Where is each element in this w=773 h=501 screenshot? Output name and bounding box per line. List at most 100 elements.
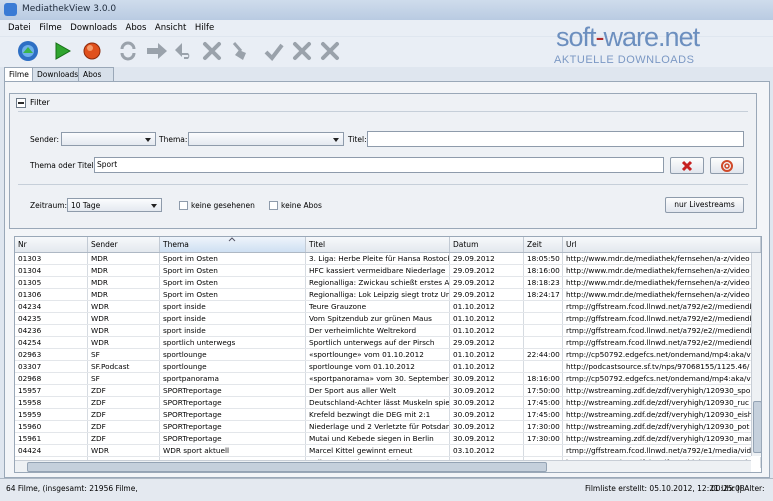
table-row[interactable]: 15959 ZDF SPORTreportage Krefeld bezwingt d…: [15, 409, 761, 421]
cell-zeit: [524, 301, 563, 312]
cell-zeit: [524, 361, 563, 372]
menu-downloads[interactable]: Downloads: [70, 23, 117, 33]
column-header-sender[interactable]: Sender: [88, 237, 160, 252]
table-row[interactable]: 01303 MDR Sport im Osten 3. Liga: Herbe Ple…: [15, 253, 761, 265]
table-row[interactable]: 03307 SF.Podcast sportlounge sportlounge vo…: [15, 361, 761, 373]
menu-abos[interactable]: Abos: [126, 23, 147, 33]
sender-select[interactable]: [61, 132, 156, 146]
cell-nr: 01306: [15, 289, 88, 300]
cell-datum: 30.09.2012: [450, 385, 524, 396]
scrollbar-thumb[interactable]: [27, 462, 547, 472]
table-row[interactable]: 01306 MDR Sport im Osten Regionalliga: Lok …: [15, 289, 761, 301]
cell-sender: WDR: [88, 337, 160, 348]
cell-nr: 15957: [15, 385, 88, 396]
watermark-tagline: AKTUELLE DOWNLOADS: [554, 54, 695, 66]
cell-sender: WDR: [88, 301, 160, 312]
window-title: MediathekView 3.0.0: [22, 4, 117, 14]
vertical-scrollbar[interactable]: [751, 253, 761, 456]
table-row[interactable]: 04424 WDR WDR sport aktuell Marcel Kittel g…: [15, 445, 761, 457]
cell-zeit: 17:30:00: [524, 421, 563, 432]
cell-datum: 01.10.2012: [450, 325, 524, 336]
undo-icon[interactable]: [172, 39, 196, 63]
window-titlebar: MediathekView 3.0.0: [0, 0, 773, 21]
delete-icon[interactable]: [318, 39, 342, 63]
titel-label: Titel:: [348, 135, 367, 144]
thema-label: Thema:: [159, 135, 188, 144]
table-row[interactable]: 15961 ZDF SPORTreportage Mutai und Kebede s…: [15, 433, 761, 445]
cell-thema: Sport im Osten: [160, 253, 306, 264]
delete-icon[interactable]: [290, 39, 314, 63]
table-body: 01303 MDR Sport im Osten 3. Liga: Herbe Ple…: [15, 253, 761, 469]
keine-abos-checkbox[interactable]: [269, 201, 278, 210]
cell-zeit: 18:16:00: [524, 373, 563, 384]
cell-url: http://www.mdr.de/mediathek/fernsehen/a-…: [563, 289, 761, 300]
refresh-icon[interactable]: [116, 39, 140, 63]
zeitraum-select[interactable]: 10 Tage: [67, 198, 162, 212]
cell-zeit: [524, 337, 563, 348]
table-row[interactable]: 15960 ZDF SPORTreportage Niederlage und 2 V…: [15, 421, 761, 433]
divider: [18, 184, 748, 185]
tab-downloads[interactable]: Downloads: [32, 67, 83, 81]
table-row[interactable]: 01305 MDR Sport im Osten Regionalliga: Zwic…: [15, 277, 761, 289]
table-row[interactable]: 15957 ZDF SPORTreportage Der Sport aus alle…: [15, 385, 761, 397]
table-header: Nr Sender Thema Titel Datum Zeit Url: [15, 237, 761, 253]
status-bar: 64 Filme, (insgesamt: 21956 Filme, Filml…: [0, 478, 773, 501]
table-row[interactable]: 02963 SF sportlounge «sportlounge» vom 01.1…: [15, 349, 761, 361]
delete-icon[interactable]: [200, 39, 224, 63]
menu-ansicht[interactable]: Ansicht: [155, 23, 186, 33]
cell-sender: MDR: [88, 253, 160, 264]
thema-oder-titel-label: Thema oder Titel:: [30, 161, 97, 170]
clear-filter-button[interactable]: [670, 157, 704, 174]
divider: [18, 111, 748, 112]
table-row[interactable]: 04236 WDR sport inside Der verheimlichte We…: [15, 325, 761, 337]
check-icon[interactable]: [262, 39, 286, 63]
keine-abos-label: keine Abos: [281, 201, 322, 210]
table-row[interactable]: 04254 WDR sportlich unterwegs Sportlich unt…: [15, 337, 761, 349]
tab-abos[interactable]: Abos: [78, 67, 114, 81]
zeitraum-label: Zeitraum:: [30, 201, 68, 210]
update-filmlist-icon[interactable]: [16, 39, 40, 63]
menu-filme[interactable]: Filme: [39, 23, 62, 33]
scrollbar-thumb[interactable]: [753, 401, 761, 453]
titel-input[interactable]: [367, 131, 744, 147]
cell-datum: 30.09.2012: [450, 421, 524, 432]
cell-url: http://wstreaming.zdf.de/zdf/veryhigh/12…: [563, 421, 761, 432]
cell-datum: 03.10.2012: [450, 445, 524, 456]
cell-thema: SPORTreportage: [160, 433, 306, 444]
cell-nr: 04235: [15, 313, 88, 324]
cell-titel: Der verheimlichte Weltrekord: [306, 325, 450, 336]
thema-oder-titel-input[interactable]: Sport: [94, 157, 664, 173]
column-header-datum[interactable]: Datum: [450, 237, 524, 252]
menu-datei[interactable]: Datei: [8, 23, 31, 33]
column-header-titel[interactable]: Titel: [306, 237, 450, 252]
play-icon[interactable]: [50, 39, 74, 63]
cell-url: rtmp://gffstream.fcod.llnwd.net/a792/e2/…: [563, 301, 761, 312]
keine-gesehenen-checkbox[interactable]: [179, 201, 188, 210]
filter-header: Filter: [10, 94, 756, 110]
nur-livestreams-button[interactable]: nur Livestreams: [665, 197, 744, 213]
film-table: Nr Sender Thema Titel Datum Zeit Url 013…: [14, 236, 762, 473]
table-row[interactable]: 15958 ZDF SPORTreportage Deutschland-Achter…: [15, 397, 761, 409]
arrow-right-icon[interactable]: [145, 39, 169, 63]
cell-sender: SF: [88, 349, 160, 360]
sender-label: Sender:: [30, 135, 59, 144]
table-row[interactable]: 02968 SF sportpanorama «sportpanorama» vom …: [15, 373, 761, 385]
filter-collapse-toggle[interactable]: [16, 98, 26, 108]
menu-hilfe[interactable]: Hilfe: [195, 23, 214, 33]
help-button[interactable]: [710, 157, 744, 174]
cell-sender: SF.Podcast: [88, 361, 160, 372]
record-icon[interactable]: [80, 39, 104, 63]
thema-select[interactable]: [188, 132, 344, 146]
cell-url: rtmp://gffstream.fcod.llnwd.net/a792/e1/…: [563, 445, 761, 456]
horizontal-scrollbar[interactable]: [15, 460, 751, 472]
column-header-zeit[interactable]: Zeit: [524, 237, 563, 252]
column-header-nr[interactable]: Nr: [15, 237, 88, 252]
broom-icon[interactable]: [228, 39, 252, 63]
cell-zeit: 17:45:00: [524, 397, 563, 408]
table-row[interactable]: 01304 MDR Sport im Osten HFC kassiert verme…: [15, 265, 761, 277]
table-row[interactable]: 04235 WDR sport inside Vom Spitzendub zur g…: [15, 313, 761, 325]
column-header-url[interactable]: Url: [563, 237, 761, 252]
cell-thema: sport inside: [160, 301, 306, 312]
table-row[interactable]: 04234 WDR sport inside Teure Grauzone 01.10.…: [15, 301, 761, 313]
cell-zeit: 18:16:00: [524, 265, 563, 276]
